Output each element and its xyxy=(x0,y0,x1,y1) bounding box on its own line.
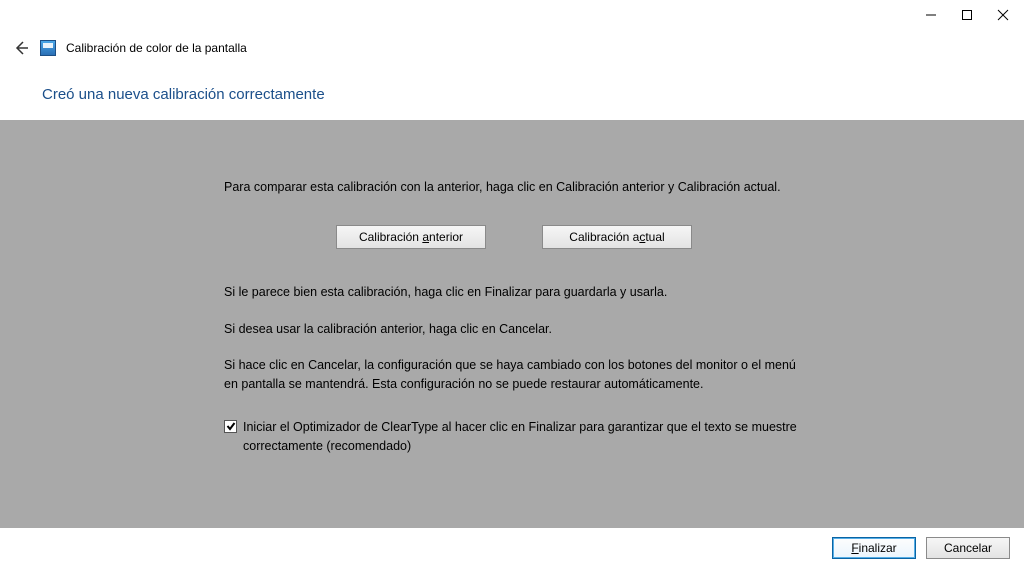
titlebar xyxy=(924,0,1024,38)
wizard-window: Calibración de color de la pantalla Creó… xyxy=(0,0,1024,568)
cleartype-label[interactable]: Iniciar el Optimizador de ClearType al h… xyxy=(243,418,804,456)
minimize-button[interactable] xyxy=(924,8,938,22)
btn-label: Cancelar xyxy=(944,541,992,555)
content-inner: Para comparar esta calibración con la an… xyxy=(224,178,804,455)
cancel-instruction-text: Si desea usar la calibración anterior, h… xyxy=(224,320,804,339)
compare-instruction-text: Para comparar esta calibración con la an… xyxy=(224,178,804,197)
display-calibration-icon xyxy=(40,40,56,56)
btn-label: Calibración actual xyxy=(569,228,664,246)
header-row: Calibración de color de la pantalla xyxy=(12,36,1012,60)
close-button[interactable] xyxy=(996,8,1010,22)
cancel-note-text: Si hace clic en Cancelar, la configuraci… xyxy=(224,356,804,394)
page-heading: Creó una nueva calibración correctamente xyxy=(42,86,325,103)
content-area: Para comparar esta calibración con la an… xyxy=(0,120,1024,528)
current-calibration-button[interactable]: Calibración actual xyxy=(542,225,692,249)
finish-instruction-text: Si le parece bien esta calibración, haga… xyxy=(224,283,804,302)
maximize-button[interactable] xyxy=(960,8,974,22)
back-button[interactable] xyxy=(12,39,30,57)
footer: Finalizar Cancelar xyxy=(0,528,1024,568)
previous-calibration-button[interactable]: Calibración anterior xyxy=(336,225,486,249)
app-title: Calibración de color de la pantalla xyxy=(66,41,247,55)
finish-button[interactable]: Finalizar xyxy=(832,537,916,559)
compare-button-row: Calibración anterior Calibración actual xyxy=(224,225,804,249)
cleartype-checkbox[interactable] xyxy=(224,420,237,433)
cleartype-row: Iniciar el Optimizador de ClearType al h… xyxy=(224,418,804,456)
btn-label: Calibración anterior xyxy=(359,228,463,246)
btn-label: Finalizar xyxy=(851,541,896,555)
cancel-button[interactable]: Cancelar xyxy=(926,537,1010,559)
